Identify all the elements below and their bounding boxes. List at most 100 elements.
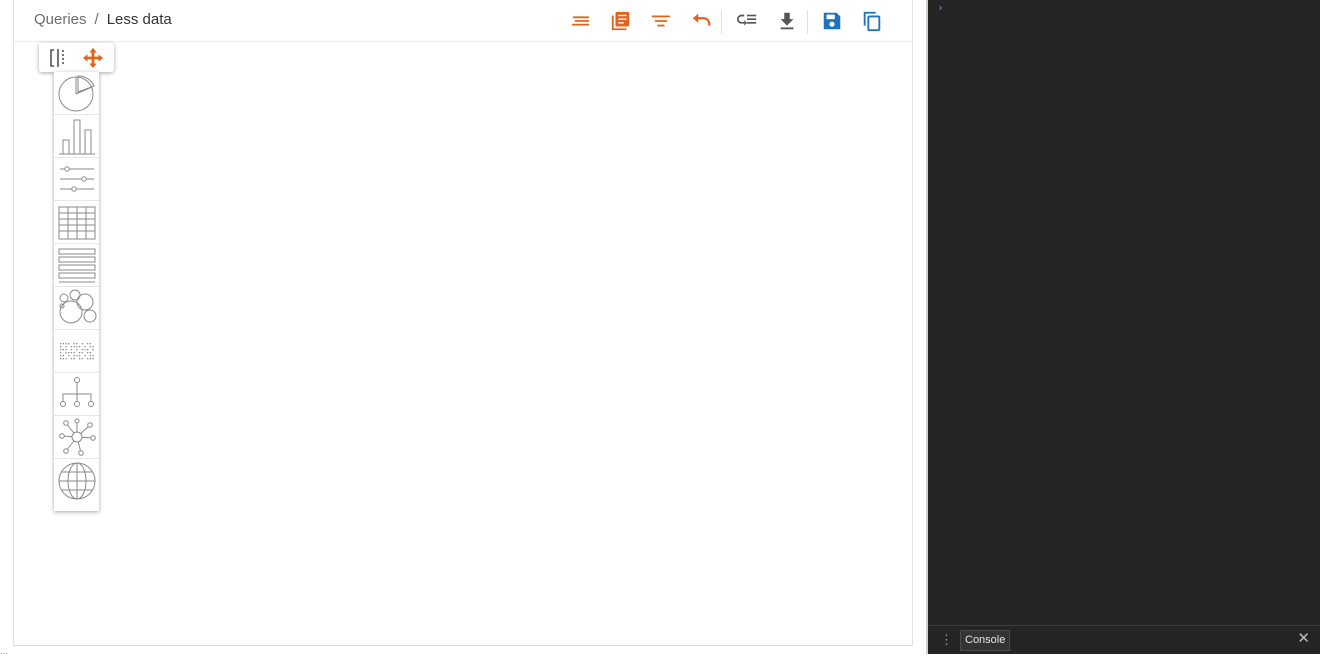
move-button[interactable] (80, 46, 106, 70)
dot-matrix-dot (62, 343, 64, 345)
undo-button[interactable] (688, 8, 714, 34)
palette-sliders[interactable] (54, 158, 99, 201)
format-button[interactable] (568, 8, 594, 34)
palette-table[interactable] (54, 201, 99, 244)
dot-matrix-dot (73, 343, 75, 345)
dot-matrix-dot (86, 358, 88, 360)
bar-chart-icon (58, 119, 95, 155)
toolbar-divider (807, 10, 808, 34)
dot-matrix-dot (89, 343, 91, 345)
dot-matrix-dot (70, 352, 72, 354)
filter-icon (651, 15, 671, 27)
table-icon (58, 206, 95, 240)
undo-icon (692, 13, 711, 26)
notes-icon (611, 11, 630, 31)
network-icon (58, 418, 96, 456)
dot-matrix-dot (81, 352, 83, 354)
palette-tree[interactable] (54, 373, 99, 416)
notes-button[interactable] (608, 8, 634, 34)
filter-button[interactable] (648, 8, 674, 34)
dot-matrix-dot (86, 343, 88, 345)
palette-bubble-chart[interactable] (54, 287, 99, 330)
dot-matrix-dot (75, 349, 77, 351)
dot-matrix-dot (75, 355, 77, 357)
breadcrumb-separator: / (94, 11, 99, 28)
dot-matrix-dot (78, 352, 80, 354)
globe-icon (58, 462, 95, 500)
split-view-button[interactable] (46, 46, 72, 70)
dot-matrix-dot (64, 343, 67, 345)
dot-matrix-dot (59, 343, 61, 345)
breadcrumb: Queries / Less data (34, 11, 172, 28)
dot-matrix-dot (78, 355, 80, 357)
dot-matrix-dot (81, 358, 83, 360)
format-icon (571, 16, 590, 26)
dot-matrix-dot (89, 346, 91, 348)
dot-matrix-dot (73, 352, 75, 354)
download-button[interactable] (774, 8, 800, 34)
dot-matrix-dot (73, 358, 75, 360)
dot-matrix-dot (83, 355, 86, 357)
breadcrumb-current: Less data (106, 11, 172, 28)
dot-matrix-dot (91, 358, 94, 360)
copy-button[interactable] (859, 8, 885, 34)
palette-pie-chart[interactable] (54, 72, 99, 115)
dot-matrix-dot (81, 349, 83, 351)
dot-matrix-dot (81, 343, 83, 345)
palette-header (39, 43, 114, 72)
dot-matrix-dot (64, 352, 67, 354)
dot-matrix-dot (62, 358, 64, 360)
drawer-menu-icon[interactable]: ⋮ (940, 632, 953, 648)
dot-matrix-dot (91, 355, 94, 357)
wrap-list-icon (737, 14, 757, 26)
dot-matrix-dot (64, 349, 67, 351)
palette-list[interactable] (54, 244, 99, 287)
dot-matrix-dot (64, 358, 67, 360)
status-text: ... (0, 646, 9, 657)
save-button[interactable] (819, 8, 845, 34)
dot-matrix-dot (62, 355, 64, 357)
dot-matrix-dot (70, 358, 72, 360)
close-icon[interactable]: ✕ (1297, 629, 1310, 647)
dot-matrix-dot (91, 346, 94, 348)
dot-matrix-dot (73, 346, 75, 348)
copy-icon (863, 11, 881, 32)
dot-matrix-dot (89, 355, 91, 357)
pie-chart-icon (58, 75, 95, 112)
dot-matrix-dot (67, 355, 69, 357)
move-icon (82, 47, 104, 69)
dot-matrix-dot (78, 346, 80, 348)
dot-matrix-dot (83, 349, 86, 351)
palette-globe[interactable] (54, 459, 99, 503)
dot-matrix-dot (83, 346, 86, 348)
palette-bar-chart[interactable] (54, 115, 99, 158)
console-prompt[interactable]: › (937, 1, 944, 14)
dot-matrix-dot (59, 349, 61, 351)
dot-matrix-dot (70, 349, 72, 351)
dot-matrix-dot (59, 352, 61, 354)
dot-matrix-dot (67, 352, 69, 354)
visualization-palette (54, 72, 99, 511)
dot-matrix-dot (86, 349, 88, 351)
dot-matrix-dot (78, 358, 80, 360)
dot-matrix-dot (59, 355, 61, 357)
palette-dot-matrix[interactable] (54, 330, 99, 373)
dot-matrix-dot (73, 355, 75, 357)
query-editor-panel: Queries / Less data (13, 0, 913, 646)
dot-matrix-dot (62, 349, 64, 351)
tree-icon (59, 377, 94, 407)
dot-matrix-dot (75, 346, 77, 348)
dot-matrix-dot (75, 343, 77, 345)
breadcrumb-queries-link[interactable]: Queries (34, 11, 87, 28)
wrap-list-button[interactable] (734, 8, 760, 34)
devtools-drawer-bar: ⋮ Console ✕ (928, 625, 1320, 652)
dot-matrix-dot (59, 346, 61, 348)
dot-matrix-dot (70, 346, 72, 348)
dot-matrix-dot (59, 358, 61, 360)
palette-network[interactable] (54, 416, 99, 459)
header: Queries / Less data (14, 0, 912, 42)
tab-console[interactable]: Console (960, 630, 1011, 651)
download-icon (780, 12, 794, 30)
dot-matrix-dot (91, 349, 94, 351)
devtools-console: › ⋮ Console ✕ (928, 0, 1320, 654)
